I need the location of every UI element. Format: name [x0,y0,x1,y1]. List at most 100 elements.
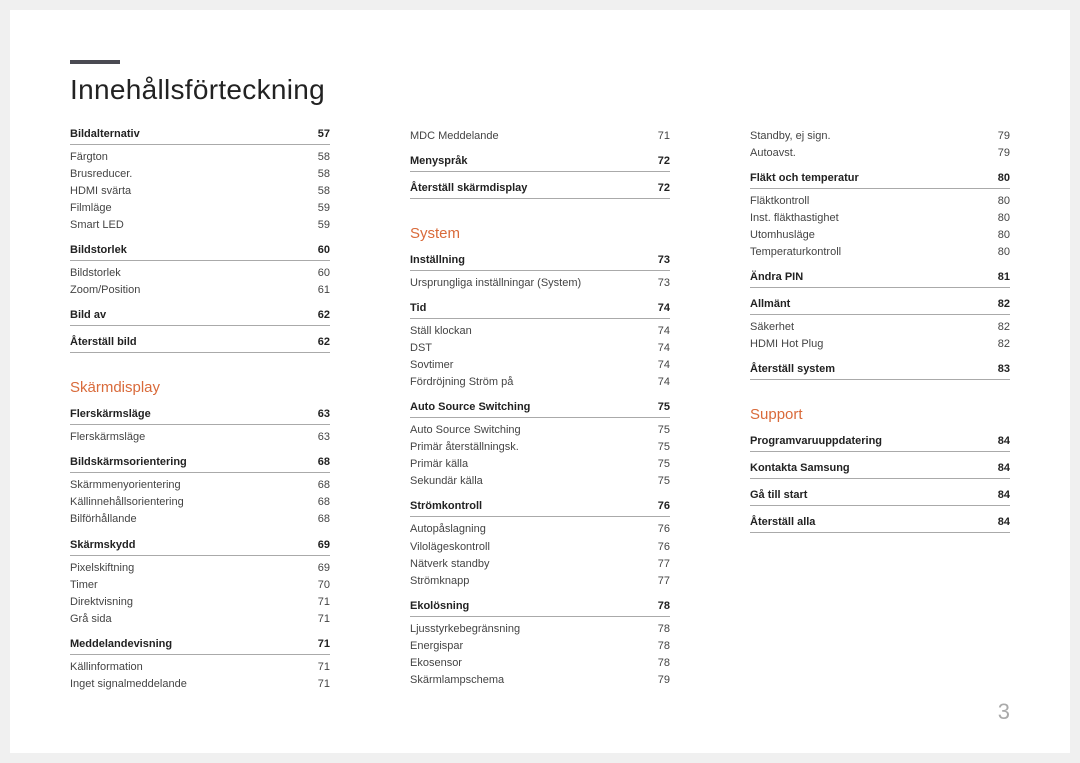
section-title[interactable]: Support [750,406,1010,423]
toc-group-head[interactable]: Återställ system83 [750,363,1010,380]
toc-entry[interactable]: Inst. fläkthastighet80 [750,210,1010,227]
toc-group: Meddelandevisning71 Källinformation71Inge… [70,638,330,693]
toc-entry[interactable]: Grå sida71 [70,611,330,628]
toc-label: HDMI svärta [70,183,131,200]
toc-group-head[interactable]: Allmänt82 [750,298,1010,315]
toc-entry[interactable]: DST74 [410,340,670,357]
toc-label: Autoavst. [750,145,796,162]
section-title[interactable]: Skärmdisplay [70,379,330,396]
toc-entry[interactable]: Autoavst.79 [750,145,1010,162]
toc-page: 79 [658,672,670,689]
toc-group-head[interactable]: Bildskärmsorientering68 [70,456,330,473]
toc-group-head[interactable]: Meddelandevisning71 [70,638,330,655]
toc-page: 73 [658,254,670,266]
toc-entry[interactable]: Strömknapp77 [410,573,670,590]
toc-label: Fördröjning Ström på [410,374,513,391]
toc-group-head[interactable]: Bild av62 [70,309,330,326]
toc-group-head[interactable]: Ekolösning78 [410,600,670,617]
toc-entry[interactable]: Fläktkontroll80 [750,193,1010,210]
toc-page: 63 [318,429,330,446]
toc-page: 78 [658,638,670,655]
toc-page: 60 [318,244,330,256]
toc-entry[interactable]: Direktvisning71 [70,594,330,611]
toc-group-head[interactable]: Ändra PIN81 [750,271,1010,288]
toc-page: 74 [658,302,670,314]
toc-entry[interactable]: Brusreducer.58 [70,166,330,183]
toc-entry[interactable]: Pixelskiftning69 [70,560,330,577]
toc-label: Strömknapp [410,573,469,590]
toc-entry[interactable]: Nätverk standby77 [410,556,670,573]
toc-group-head[interactable]: Auto Source Switching75 [410,401,670,418]
toc-label: Sekundär källa [410,473,483,490]
toc-page: 63 [318,408,330,420]
toc-entry[interactable]: Smart LED59 [70,217,330,234]
toc-page: 59 [318,217,330,234]
toc-group-head[interactable]: Tid74 [410,302,670,319]
toc-entry[interactable]: Energispar78 [410,638,670,655]
toc-page: 80 [998,172,1010,184]
toc-group-head[interactable]: Programvaruuppdatering84 [750,435,1010,452]
toc-entry[interactable]: Ljusstyrkebegränsning78 [410,621,670,638]
toc-entry[interactable]: Källinnehållsorientering68 [70,494,330,511]
toc-group-head[interactable]: Bildalternativ57 [70,128,330,145]
toc-entry[interactable]: Primär återställningsk.75 [410,439,670,456]
toc-group-head[interactable]: Flerskärmsläge63 [70,408,330,425]
toc-label: Ställ klockan [410,323,472,340]
toc-group-head[interactable]: Kontakta Samsung84 [750,462,1010,479]
toc-entry[interactable]: Ställ klockan74 [410,323,670,340]
toc-label: Återställ skärmdisplay [410,182,527,194]
toc-page: 75 [658,439,670,456]
toc-entry[interactable]: Zoom/Position61 [70,282,330,299]
toc-entry[interactable]: Skärmmenyorientering68 [70,477,330,494]
toc-group-head[interactable]: Skärmskydd69 [70,539,330,556]
toc-group: Standby, ej sign.79Autoavst.79 [750,128,1010,162]
toc-group-head[interactable]: Bildstorlek 60 [70,244,330,261]
toc-group-head[interactable]: Inställning 73 [410,254,670,271]
toc-label: Filmläge [70,200,112,217]
toc-entry[interactable]: Utomhusläge80 [750,227,1010,244]
toc-page: 80 [998,244,1010,261]
toc-group: Strömkontroll76 Autopåslagning76Viloläges… [410,500,670,589]
toc-entry[interactable]: HDMI Hot Plug82 [750,336,1010,353]
toc-entry[interactable]: Timer70 [70,577,330,594]
toc-group-head[interactable]: Menyspråk72 [410,155,670,172]
toc-entry[interactable]: Ekosensor78 [410,655,670,672]
toc-entry[interactable]: Auto Source Switching75 [410,422,670,439]
toc-entry[interactable]: Fördröjning Ström på74 [410,374,670,391]
toc-entry[interactable]: Säkerhet82 [750,319,1010,336]
toc-entry[interactable]: Temperaturkontroll80 [750,244,1010,261]
toc-entry[interactable]: Autopåslagning76 [410,521,670,538]
toc-entry[interactable]: Primär källa75 [410,456,670,473]
toc-entry[interactable]: Ursprungliga inställningar (System)73 [410,275,670,292]
toc-group-head[interactable]: Återställ bild62 [70,336,330,353]
toc-entry[interactable]: Vilolägeskontroll76 [410,539,670,556]
toc-entry[interactable]: Inget signalmeddelande71 [70,676,330,693]
toc-label: Inställning [410,254,465,266]
toc-entry[interactable]: Färgton58 [70,149,330,166]
toc-entry[interactable]: Bildstorlek60 [70,265,330,282]
toc-page: 80 [998,193,1010,210]
toc-entry[interactable]: Sovtimer74 [410,357,670,374]
toc-label: Primär källa [410,456,468,473]
toc-entry[interactable]: Flerskärmsläge63 [70,429,330,446]
toc-label: Bildstorlek [70,244,127,256]
toc-group: Auto Source Switching75 Auto Source Switc… [410,401,670,490]
toc-entry[interactable]: Bilförhållande68 [70,511,330,528]
toc-group: Återställ alla84 [750,516,1010,533]
toc-group-head[interactable]: Återställ skärmdisplay72 [410,182,670,199]
toc-page: 61 [318,282,330,299]
section-title[interactable]: System [410,225,670,242]
toc-entry[interactable]: Källinformation71 [70,659,330,676]
toc-label: Inget signalmeddelande [70,676,187,693]
toc-entry[interactable]: Filmläge59 [70,200,330,217]
toc-group-head[interactable]: Gå till start84 [750,489,1010,506]
toc-entry[interactable]: Sekundär källa75 [410,473,670,490]
toc-entry[interactable]: Standby, ej sign.79 [750,128,1010,145]
toc-group-head[interactable]: Fläkt och temperatur80 [750,172,1010,189]
toc-group-head[interactable]: Återställ alla84 [750,516,1010,533]
toc-entry[interactable]: MDC Meddelande71 [410,128,670,145]
toc-entry[interactable]: HDMI svärta58 [70,183,330,200]
toc-group-head[interactable]: Strömkontroll76 [410,500,670,517]
toc-label: Utomhusläge [750,227,815,244]
toc-entry[interactable]: Skärmlampschema79 [410,672,670,689]
